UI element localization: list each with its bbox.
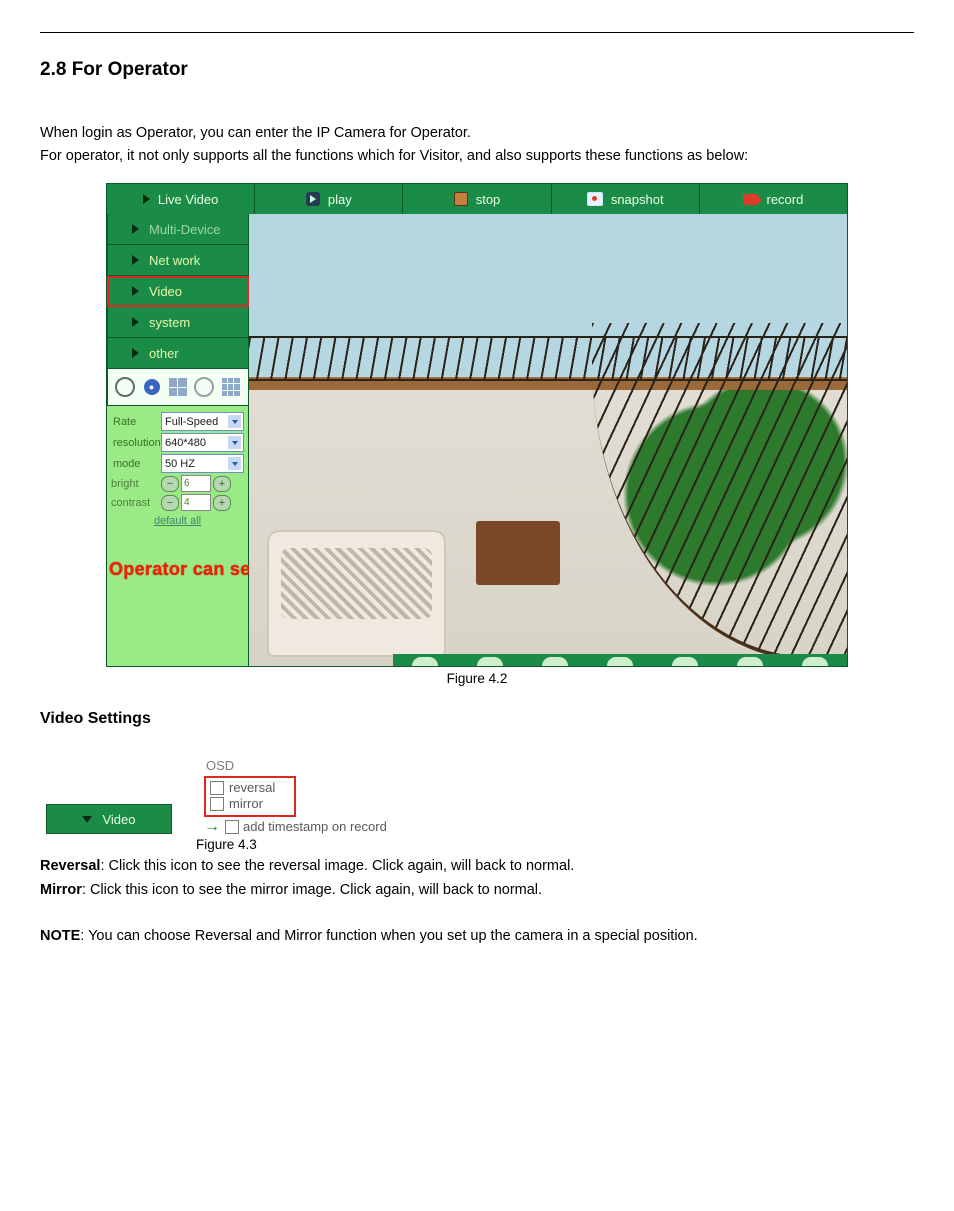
note-desc: : You can choose Reversal and Mirror fun…: [80, 928, 697, 944]
sidebar-label: system: [149, 315, 190, 330]
sidebar-label: Multi-Device: [149, 222, 221, 237]
view-grid4-icon[interactable]: [167, 376, 189, 398]
timestamp-checkbox[interactable]: [225, 820, 239, 834]
reversal-bold: Reversal: [40, 858, 100, 874]
video-settings-heading: Video Settings: [40, 710, 914, 728]
osd-panel: OSD reversal mirror → add timestamp on r…: [204, 758, 387, 834]
rate-label: Rate: [111, 416, 159, 428]
arrow-right-icon: →: [204, 821, 220, 833]
camera-icon: [587, 192, 603, 206]
intro-line-2: For operator, it not only supports all t…: [40, 146, 914, 167]
mirror-label: mirror: [229, 796, 263, 811]
contrast-label: contrast: [111, 497, 159, 509]
sidebar-item-video[interactable]: Video: [107, 276, 249, 307]
triangle-icon: [132, 317, 139, 327]
view-mode-strip: ●: [107, 369, 249, 406]
bright-label: bright: [111, 478, 159, 490]
sidebar-item-multi-device[interactable]: Multi-Device: [107, 214, 249, 245]
snapshot-label: snapshot: [611, 192, 664, 207]
triangle-icon: [132, 224, 139, 234]
sidebar-item-network[interactable]: Net work: [107, 245, 249, 276]
page-top-rule: [40, 32, 914, 33]
figure-4-3-caption: Figure 4.3: [196, 837, 914, 852]
view-grid9-icon[interactable]: [220, 376, 242, 398]
video-button-label: Video: [102, 812, 135, 827]
video-preview: [249, 214, 847, 666]
triangle-icon: [132, 348, 139, 358]
mirror-bold: Mirror: [40, 882, 82, 898]
mode-value: 50 HZ: [165, 458, 195, 470]
triangle-icon: [132, 286, 139, 296]
contrast-minus-button[interactable]: −: [161, 495, 179, 511]
triangle-down-icon: [82, 816, 92, 823]
resolution-value: 640*480: [165, 437, 206, 449]
figure-4-3: Video OSD reversal mirror → add timestam…: [46, 758, 914, 834]
osd-highlight-box: reversal mirror: [204, 776, 296, 817]
intro-line-1: When login as Operator, you can enter th…: [40, 123, 914, 144]
view-single-outline-icon[interactable]: [114, 376, 136, 398]
stop-icon: [454, 192, 468, 206]
live-video-label: Live Video: [158, 192, 218, 207]
sidebar-item-system[interactable]: system: [107, 307, 249, 338]
triangle-icon: [143, 194, 150, 204]
play-button[interactable]: play: [255, 184, 403, 214]
sidebar-label: Video: [149, 284, 182, 299]
bright-minus-button[interactable]: −: [161, 476, 179, 492]
record-button[interactable]: record: [700, 184, 847, 214]
bright-plus-button[interactable]: +: [213, 476, 231, 492]
play-label: play: [328, 192, 352, 207]
mirror-desc: : Click this icon to see the mirror imag…: [82, 882, 542, 898]
sidebar-item-other[interactable]: other: [107, 338, 249, 369]
resolution-label: resolution: [111, 437, 159, 449]
chevron-down-icon: [228, 415, 241, 428]
sidebar: Multi-Device Net work Video system other: [107, 214, 249, 666]
chevron-down-icon: [228, 436, 241, 449]
record-label: record: [766, 192, 803, 207]
section-heading: 2.8 For Operator: [40, 59, 914, 81]
stop-button[interactable]: stop: [403, 184, 551, 214]
camera-ui-screenshot: Live Video play stop snapshot record: [106, 183, 848, 667]
mirror-checkbox[interactable]: [210, 797, 224, 811]
live-video-tab[interactable]: Live Video: [107, 184, 255, 214]
control-panel: Rate Full-Speed resolution 640*480: [107, 406, 249, 564]
snapshot-button[interactable]: snapshot: [552, 184, 700, 214]
mode-select[interactable]: 50 HZ: [161, 454, 244, 473]
sidebar-label: Net work: [149, 253, 200, 268]
reversal-checkbox[interactable]: [210, 781, 224, 795]
reversal-desc: : Click this icon to see the reversal im…: [100, 858, 574, 874]
timestamp-label: add timestamp on record: [243, 819, 387, 834]
chevron-down-icon: [228, 457, 241, 470]
rate-select[interactable]: Full-Speed: [161, 412, 244, 431]
view-single-active-icon[interactable]: ●: [141, 376, 163, 398]
resolution-select[interactable]: 640*480: [161, 433, 244, 452]
record-icon: [743, 194, 758, 205]
view-single-outline2-icon[interactable]: [193, 376, 215, 398]
osd-title: OSD: [206, 758, 387, 773]
bright-value[interactable]: 6: [181, 475, 211, 492]
contrast-plus-button[interactable]: +: [213, 495, 231, 511]
play-icon: [306, 192, 320, 206]
triangle-icon: [132, 255, 139, 265]
description-block: Reversal: Click this icon to see the rev…: [40, 856, 914, 947]
default-all-link[interactable]: default all: [111, 515, 244, 527]
mode-label: mode: [111, 458, 159, 470]
sidebar-label: other: [149, 346, 179, 361]
figure-4-2-caption: Figure 4.2: [40, 671, 914, 686]
sidebar-item-video-expanded[interactable]: Video: [46, 804, 172, 834]
note-bold: NOTE: [40, 928, 80, 944]
contrast-value[interactable]: 4: [181, 494, 211, 511]
reversal-label: reversal: [229, 780, 275, 795]
stop-label: stop: [476, 192, 501, 207]
toolbar: Live Video play stop snapshot record: [107, 184, 847, 214]
rate-value: Full-Speed: [165, 416, 218, 428]
